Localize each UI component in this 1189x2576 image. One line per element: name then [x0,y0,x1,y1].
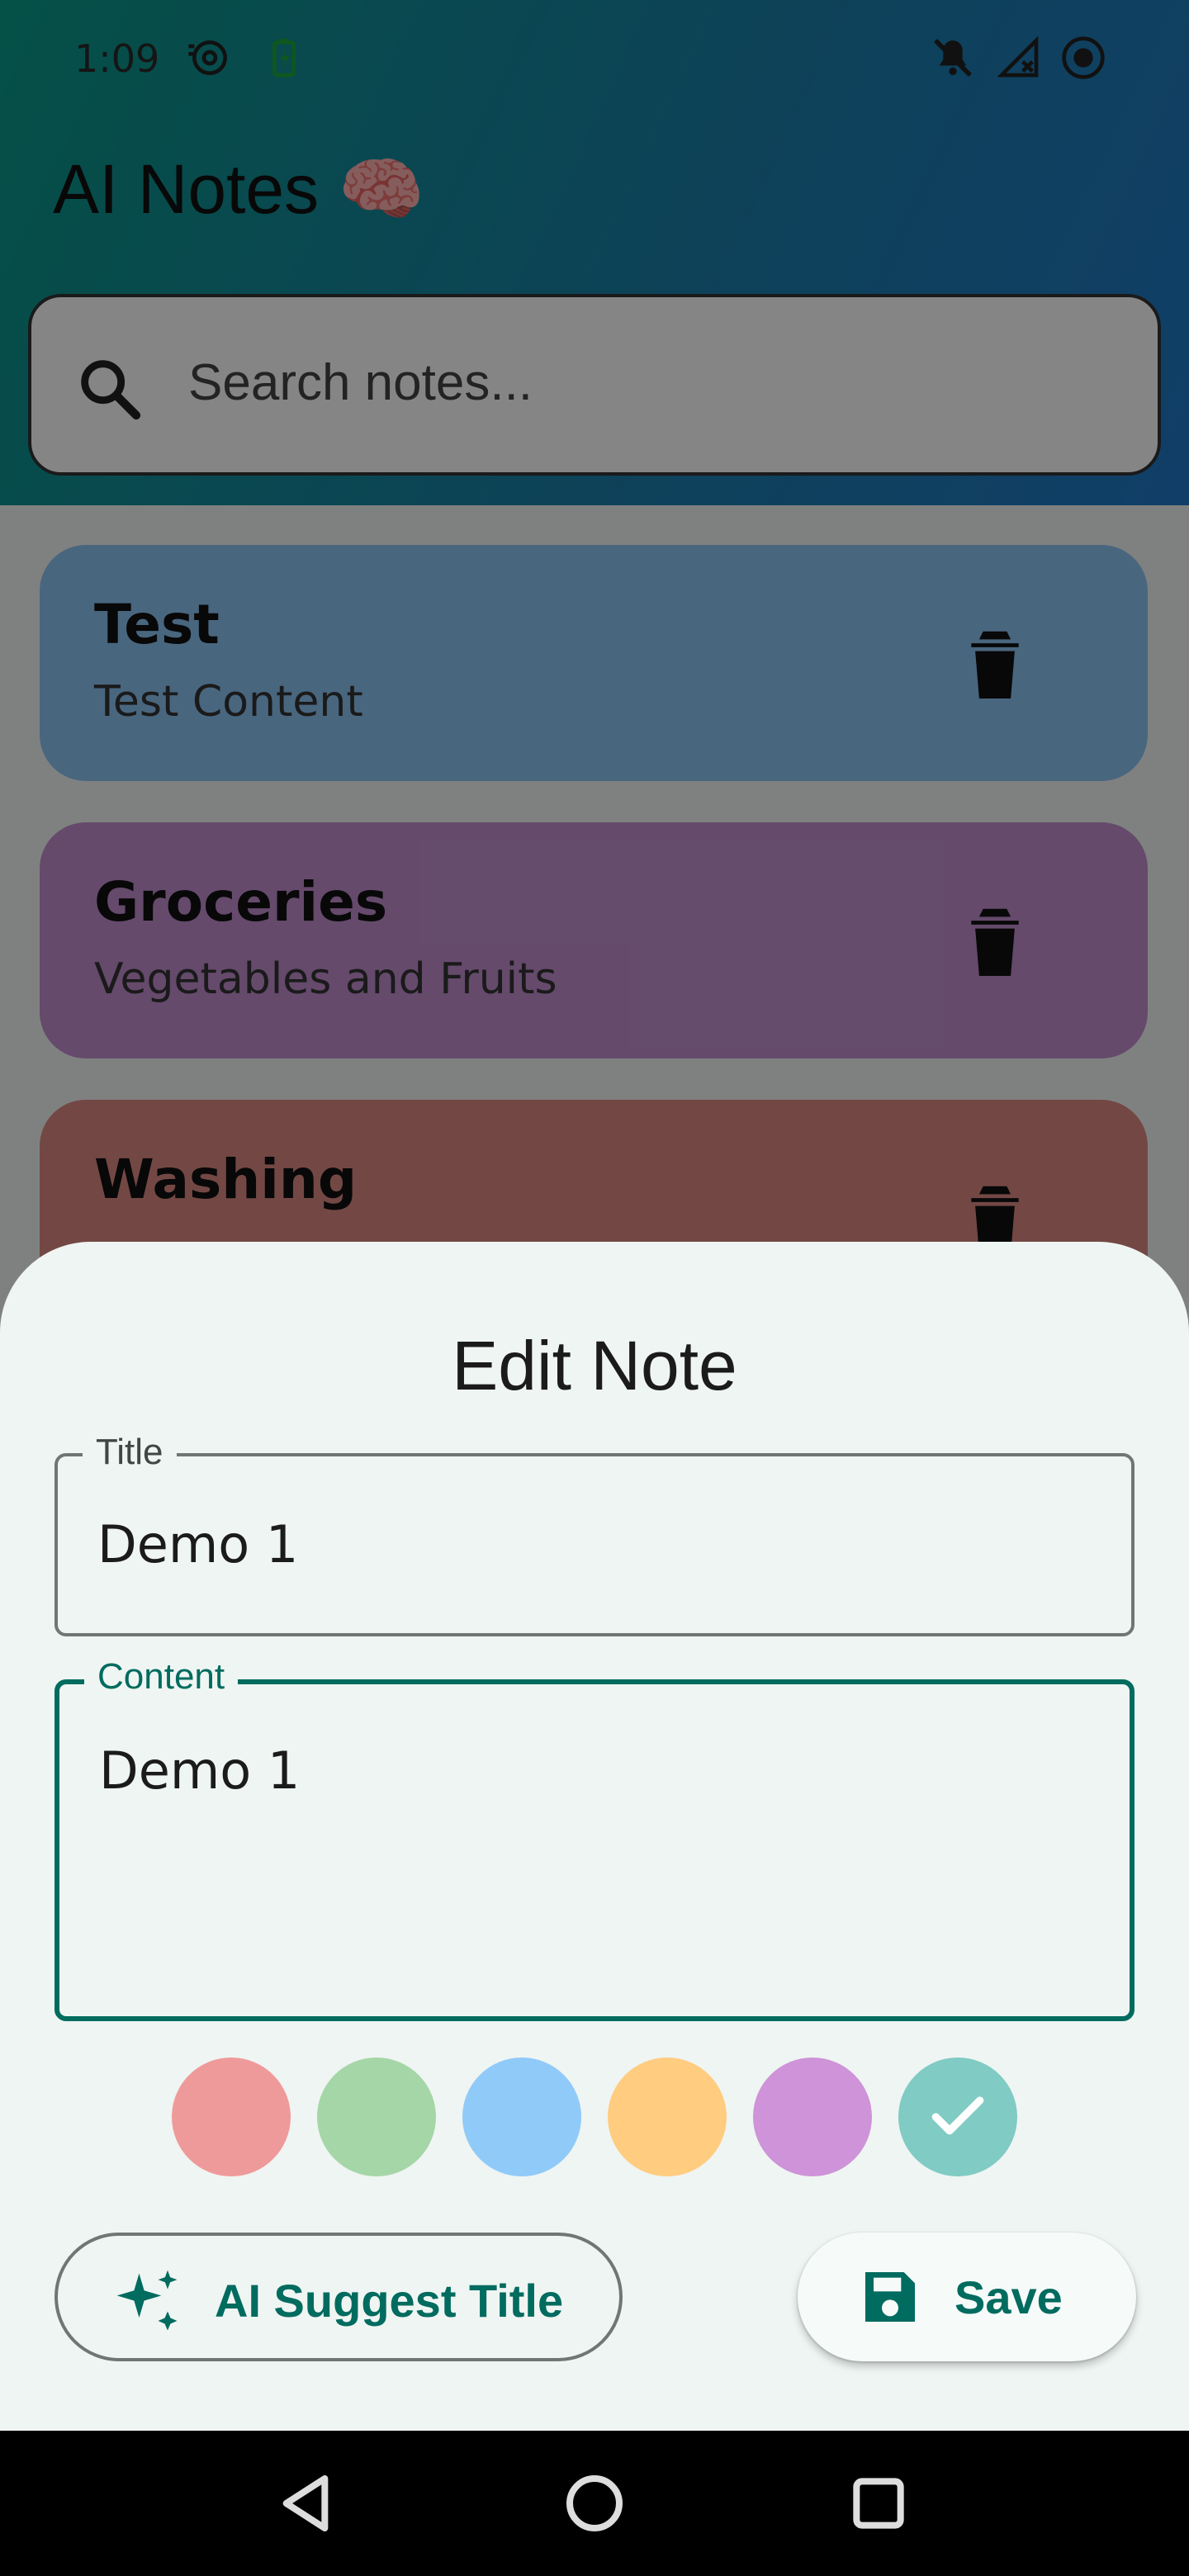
color-swatch-orange[interactable] [608,2057,727,2176]
edit-note-sheet: Edit Note Title Demo 1 Content Demo 1 AI… [0,1242,1189,2431]
sparkles-icon [116,2270,178,2331]
back-icon[interactable] [272,2470,339,2536]
color-swatch-purple[interactable] [753,2057,872,2176]
ai-suggest-title-label: AI Suggest Title [215,2275,564,2327]
recents-icon[interactable] [846,2470,912,2536]
color-swatch-blue[interactable] [462,2057,581,2176]
navigation-bar [0,2431,1189,2576]
save-button[interactable]: Save [798,2233,1136,2361]
title-field[interactable]: Title Demo 1 [54,1432,1135,1636]
check-icon [931,2096,984,2135]
color-swatch-teal[interactable] [898,2057,1017,2176]
color-picker [172,2057,1022,2178]
content-field-value: Demo 1 [99,1740,301,1801]
content-field-label: Content [84,1656,239,1698]
color-swatch-red[interactable] [172,2057,291,2176]
sheet-title: Edit Note [452,1327,737,1404]
save-icon [865,2272,915,2322]
save-label: Save [955,2271,1063,2323]
title-field-value: Demo 1 [97,1514,299,1574]
content-field[interactable]: Content Demo 1 [54,1656,1135,2021]
ai-suggest-title-button[interactable]: AI Suggest Title [54,2233,623,2361]
title-field-label: Title [83,1432,177,1473]
home-icon[interactable] [561,2470,628,2536]
color-swatch-green[interactable] [317,2057,436,2176]
